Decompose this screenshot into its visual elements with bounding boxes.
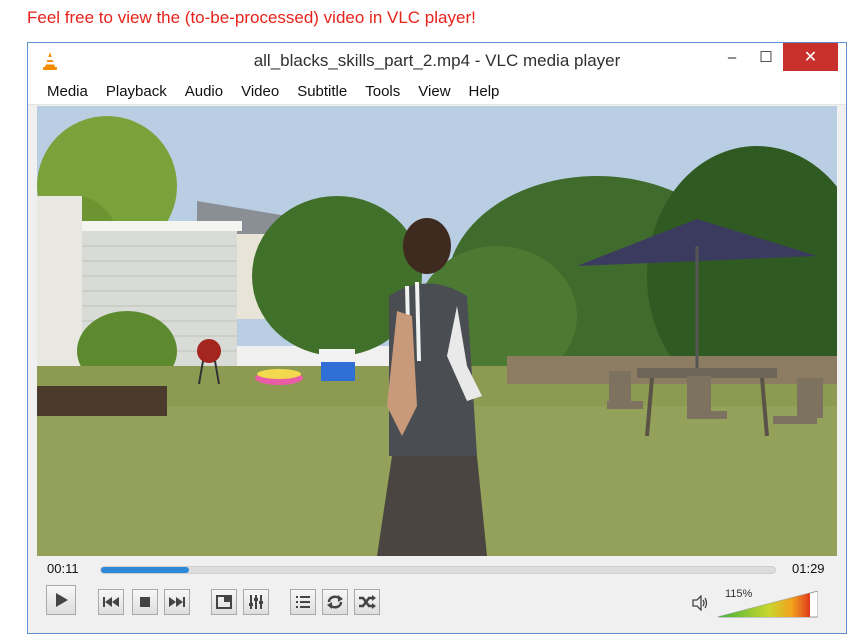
next-icon xyxy=(169,597,185,607)
video-scene xyxy=(37,106,837,556)
shuffle-button[interactable] xyxy=(354,589,380,615)
controls-bar: 115% xyxy=(28,585,846,625)
vlc-window: all_blacks_skills_part_2.mp4 - VLC media… xyxy=(27,42,847,634)
seek-row: 00:11 01:29 xyxy=(28,557,846,581)
total-time: 01:29 xyxy=(792,561,825,576)
menu-subtitle[interactable]: Subtitle xyxy=(288,83,356,100)
menu-bar: Media Playback Audio Video Subtitle Tool… xyxy=(28,79,846,105)
menu-tools[interactable]: Tools xyxy=(356,83,409,100)
maximize-button[interactable]: ☐ xyxy=(752,43,780,71)
fullscreen-icon xyxy=(216,595,232,609)
loop-icon xyxy=(327,595,343,609)
menu-media[interactable]: Media xyxy=(38,83,97,100)
current-time: 00:11 xyxy=(47,561,79,576)
seek-bar[interactable] xyxy=(100,566,776,574)
previous-button[interactable] xyxy=(98,589,124,615)
fullscreen-button[interactable] xyxy=(211,589,237,615)
menu-video[interactable]: Video xyxy=(232,83,288,100)
title-bar[interactable]: all_blacks_skills_part_2.mp4 - VLC media… xyxy=(28,43,846,79)
play-icon xyxy=(56,593,68,607)
next-button[interactable] xyxy=(164,589,190,615)
seek-progress-fill xyxy=(101,567,189,573)
close-button[interactable]: ✕ xyxy=(783,43,838,71)
play-button[interactable] xyxy=(46,585,76,615)
menu-help[interactable]: Help xyxy=(460,83,509,100)
stop-button[interactable] xyxy=(132,589,158,615)
speaker-icon[interactable] xyxy=(692,595,708,611)
playlist-icon xyxy=(296,596,310,608)
playlist-button[interactable] xyxy=(290,589,316,615)
menu-playback[interactable]: Playback xyxy=(97,83,176,100)
menu-audio[interactable]: Audio xyxy=(176,83,232,100)
caption-text: Feel free to view the (to-be-processed) … xyxy=(27,8,476,27)
equalizer-icon xyxy=(249,595,263,609)
extended-settings-button[interactable] xyxy=(243,589,269,615)
shuffle-icon xyxy=(359,595,376,609)
stop-icon xyxy=(140,597,150,607)
video-frame[interactable] xyxy=(37,106,837,556)
previous-icon xyxy=(103,597,119,607)
menu-view[interactable]: View xyxy=(409,83,459,100)
loop-button[interactable] xyxy=(322,589,348,615)
volume-slider[interactable] xyxy=(718,591,818,619)
minimize-button[interactable]: – xyxy=(718,43,746,71)
